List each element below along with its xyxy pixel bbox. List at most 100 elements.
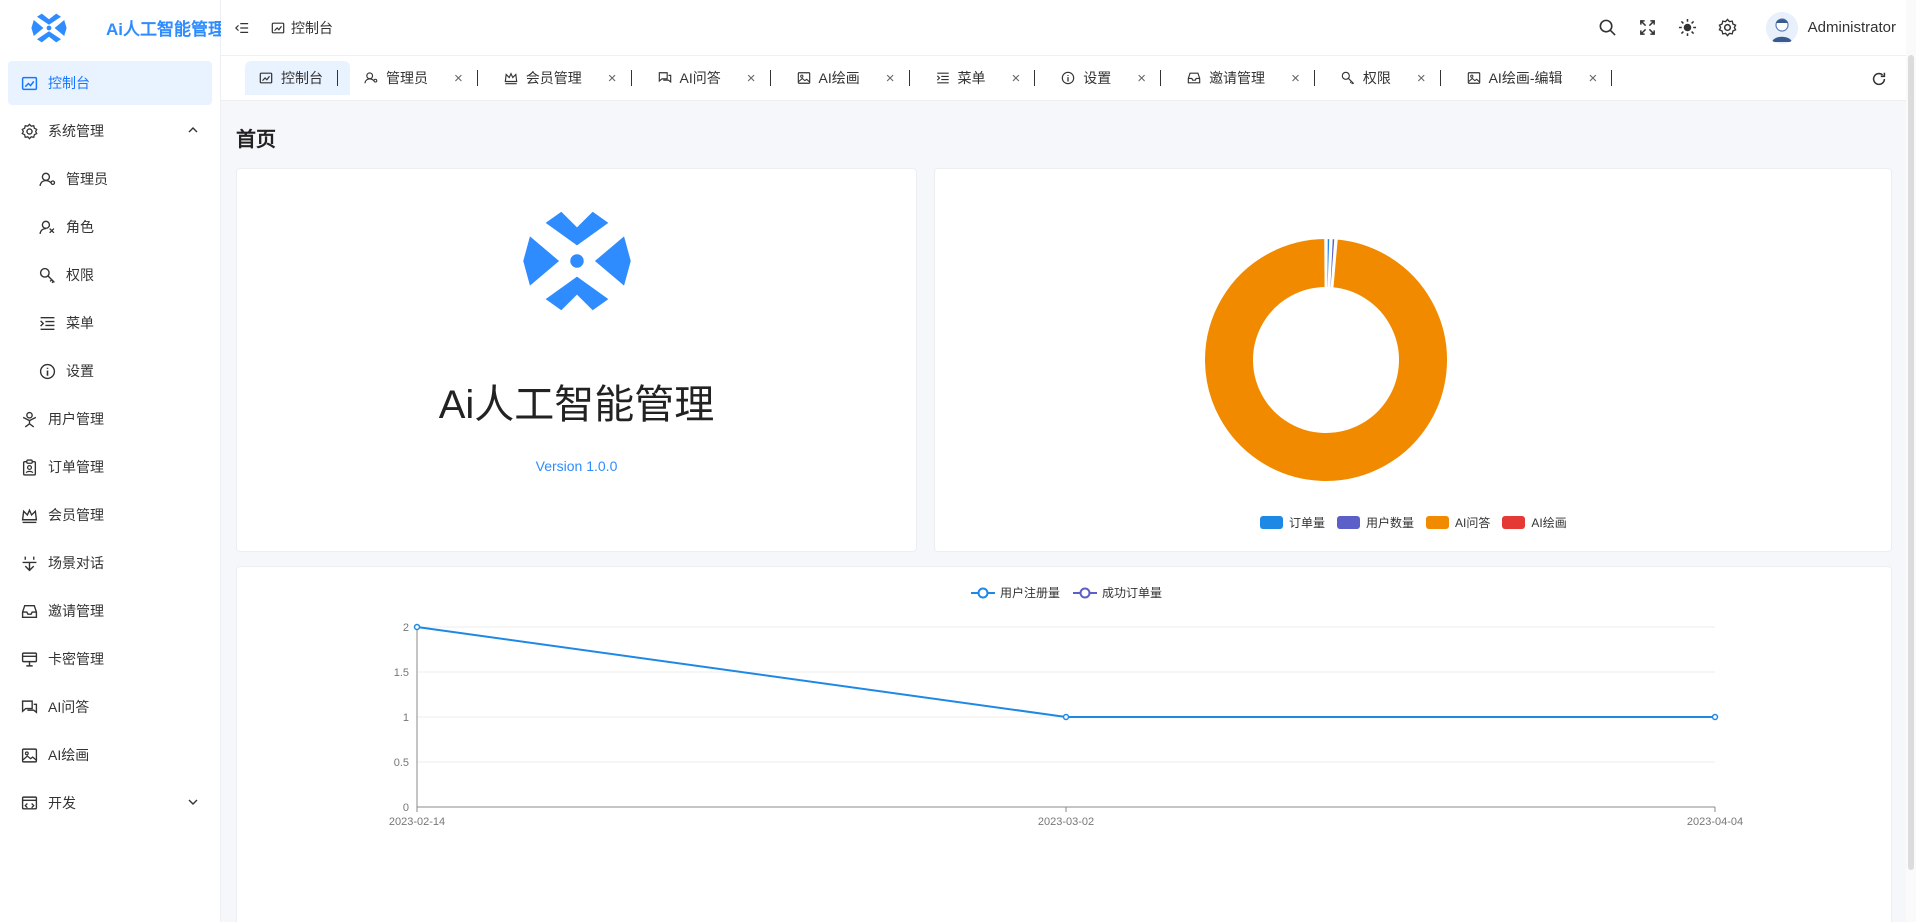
legend-item[interactable]: AI问答 [1426, 514, 1490, 531]
tab[interactable]: AI绘画-编辑 × [1453, 61, 1625, 95]
line-chart-card: 用户注册量 成功订单量 0 0.5 1 1.5 2 2023-02-14 2023-03-02… [236, 566, 1892, 922]
user-avatar-icon [1765, 11, 1798, 44]
sidebar-item[interactable]: AI问答 [8, 685, 212, 729]
avatar[interactable] [1765, 11, 1798, 44]
fullscreen-button[interactable] [1638, 18, 1658, 38]
tab[interactable]: 菜单 × [922, 61, 1048, 95]
refresh-icon[interactable] [1870, 70, 1888, 88]
data-point[interactable] [413, 623, 421, 631]
scene-icon [22, 556, 36, 571]
x-tick-label: 2023-02-14 [389, 816, 445, 828]
sidebar-item-label: 权限 [66, 267, 94, 283]
sidebar-item-label: 系统管理 [48, 123, 104, 139]
sidebar-item[interactable]: 场景对话 [8, 541, 212, 585]
y-tick-label: 1 [403, 712, 409, 724]
pie-chart [1203, 236, 1449, 483]
sidebar-item-label: AI绘画 [48, 747, 90, 763]
tab-close-button[interactable]: × [608, 70, 617, 87]
card-icon [21, 651, 37, 667]
dashboard-icon [271, 22, 285, 33]
username[interactable]: Administrator [1808, 19, 1896, 36]
legend-item[interactable]: 订单量 [1260, 514, 1325, 531]
tab-label: 邀请管理 [1209, 70, 1266, 86]
tab-close-button[interactable]: × [747, 70, 756, 87]
tab[interactable]: AI绘画 × [783, 61, 922, 95]
data-point[interactable] [1062, 713, 1070, 721]
sidebar-item-icon [20, 554, 38, 572]
settings-button[interactable] [1718, 18, 1738, 38]
line-legend: 用户注册量 成功订单量 [970, 584, 1174, 601]
tab-close-button[interactable]: × [1588, 70, 1597, 87]
tab[interactable]: AI问答 × [644, 61, 783, 95]
sidebar-item-label: 开发 [48, 795, 76, 811]
sidebar-item[interactable]: 开发 [8, 781, 212, 825]
legend-line-marker-icon [1073, 587, 1098, 598]
tab-close-button[interactable]: × [1137, 70, 1146, 87]
theme-toggle-button[interactable] [1678, 18, 1698, 38]
tab-close-button[interactable]: × [1012, 70, 1021, 87]
tab[interactable]: 控制台 [245, 61, 350, 95]
sidebar-item[interactable]: 订单管理 [8, 445, 212, 489]
sidebar-item-label: 卡密管理 [48, 651, 104, 667]
tab[interactable]: 会员管理 × [490, 61, 644, 95]
data-point[interactable] [1711, 713, 1719, 721]
tab[interactable]: 权限 × [1327, 61, 1453, 95]
sidebar-item-label: 管理员 [66, 171, 108, 187]
chevron-down-icon [188, 799, 198, 805]
tab-separator [1611, 70, 1613, 86]
pie-slice[interactable] [1203, 236, 1449, 483]
indent-icon [235, 22, 249, 33]
sidebar-item[interactable]: 角色 [8, 205, 212, 249]
y-tick-label: 0 [403, 802, 409, 814]
tab-close-button[interactable]: × [1291, 70, 1300, 87]
sidebar-item[interactable]: 系统管理 [8, 109, 212, 153]
users-icon [22, 411, 36, 427]
scrollbar-thumb[interactable] [1908, 55, 1914, 870]
sidebar-item-icon [20, 122, 38, 140]
sidebar-item[interactable]: 邀请管理 [8, 589, 212, 633]
app-name: Ai人工智能管理 [438, 383, 715, 427]
legend-swatch [1426, 516, 1450, 529]
sidebar-item[interactable]: 用户管理 [8, 397, 212, 441]
legend-label: AI绘画 [1531, 516, 1567, 530]
sidebar-item[interactable]: 管理员 [8, 157, 212, 201]
sidebar-item-label: 订单管理 [48, 459, 104, 475]
sidebar-logo[interactable]: Ai人工智能管理 [0, 0, 225, 55]
sidebar-item[interactable]: AI绘画 [8, 733, 212, 777]
tab-label: 权限 [1362, 70, 1391, 86]
image-icon [797, 72, 810, 84]
legend-label: 订单量 [1289, 516, 1326, 530]
legend-line-marker-icon [971, 587, 995, 598]
tab-close-button[interactable]: × [886, 70, 895, 87]
tab-separator [476, 70, 478, 86]
collapse-sidebar-button[interactable] [233, 19, 251, 37]
line-chart: 0 0.5 1 1.5 2 2023-02-14 2023-03-02 2023-04-04 [389, 622, 1743, 828]
chat-icon [21, 699, 37, 714]
sidebar-item[interactable]: 设置 [8, 349, 212, 393]
tab[interactable]: 管理员 × [350, 61, 490, 95]
legend-item[interactable]: AI绘画 [1502, 514, 1567, 531]
sidebar-item[interactable]: 卡密管理 [8, 637, 212, 681]
tab-close-button[interactable]: × [454, 70, 463, 87]
legend-item[interactable]: 用户注册量 [970, 584, 1060, 601]
sidebar-item[interactable]: 权限 [8, 253, 212, 297]
tab-close-button[interactable]: × [1417, 70, 1426, 87]
legend-item[interactable]: 成功订单量 [1072, 584, 1162, 601]
sidebar-item[interactable]: 控制台 [8, 61, 212, 105]
sidebar-item-icon [20, 458, 38, 476]
search-button[interactable] [1598, 18, 1618, 38]
sidebar-item[interactable]: 菜单 [8, 301, 212, 345]
tab-label: 管理员 [386, 70, 428, 86]
tab[interactable]: 设置 × [1047, 61, 1173, 95]
menu-list-icon [936, 72, 949, 84]
dashboard-icon [259, 72, 273, 84]
page-scrollbar[interactable] [1906, 0, 1916, 922]
sidebar-item[interactable]: 会员管理 [8, 493, 212, 537]
image-icon [21, 747, 37, 763]
sidebar-item-icon [20, 74, 38, 92]
app-logo-icon [523, 211, 631, 311]
sidebar-item-label: 邀请管理 [48, 603, 104, 619]
legend-item[interactable]: 用户数量 [1337, 514, 1414, 531]
legend-label: 用户注册量 [1000, 586, 1061, 600]
tab[interactable]: 邀请管理 × [1173, 61, 1327, 95]
